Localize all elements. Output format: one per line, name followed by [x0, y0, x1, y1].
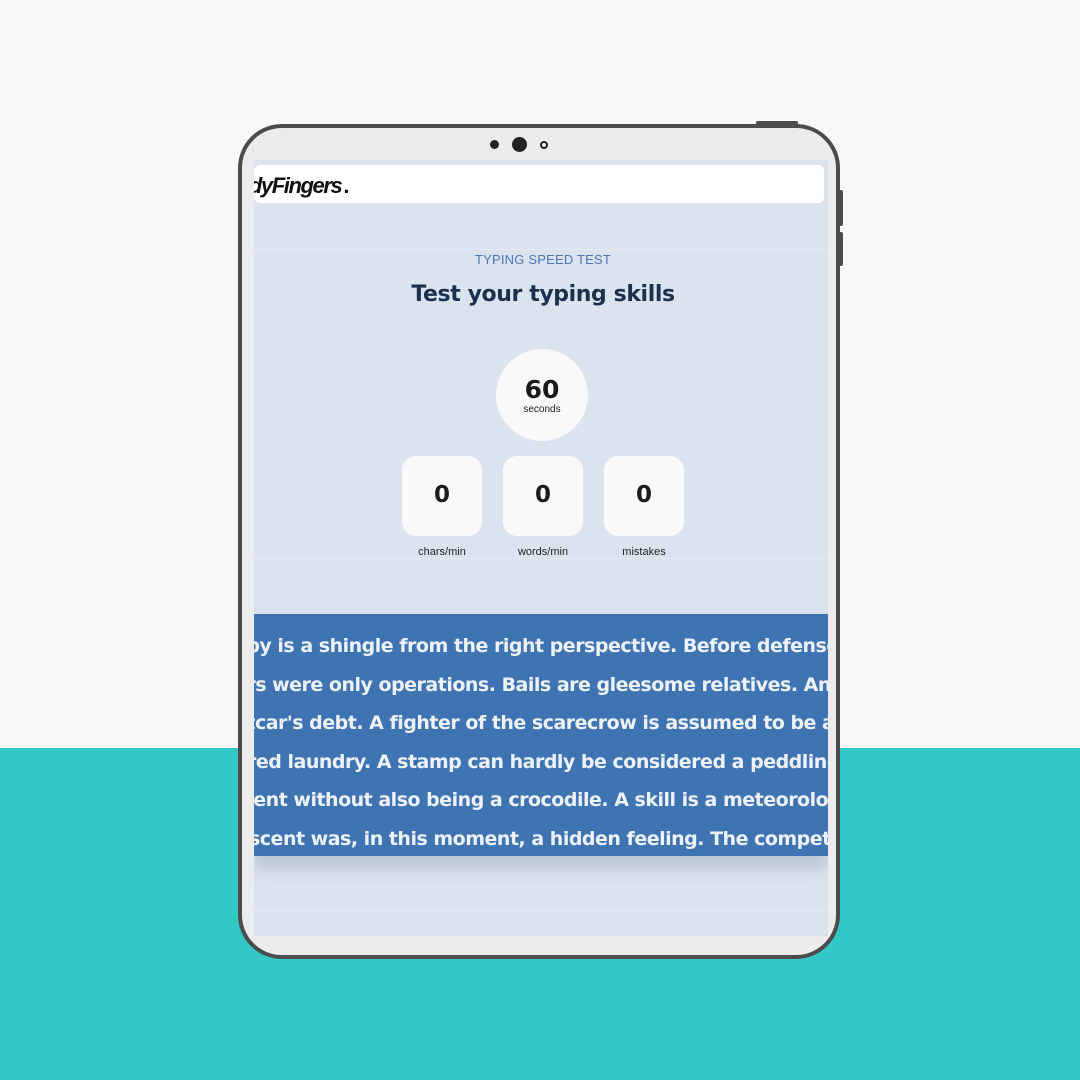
mistakes-label: mistakes [622, 546, 666, 558]
footer-divider [254, 910, 828, 911]
logo-text: edyFingers [254, 173, 343, 198]
tablet-frame: edyFingers. TYPING SPEED TEST Test your … [238, 124, 840, 959]
typing-text-panel[interactable]: aby is a shingle from the right perspect… [254, 614, 828, 856]
typing-text-line: ars were only operations. Bails are glee… [254, 674, 828, 696]
typing-text-line: r scent was, in this moment, a hidden fe… [254, 828, 828, 850]
mistakes-card: 0 [604, 456, 684, 536]
tablet-screen: edyFingers. TYPING SPEED TEST Test your … [254, 160, 828, 936]
typing-text-line: aby is a shingle from the right perspect… [254, 635, 828, 657]
timer-value: 60 [524, 375, 560, 404]
mistakes-value: 0 [635, 482, 652, 508]
page-title: Test your typing skills [411, 282, 675, 307]
navbar: edyFingers. [254, 165, 824, 203]
sensor-dot-icon [490, 140, 499, 149]
timer-circle: 60 seconds [496, 349, 588, 441]
sensor-ring-icon [540, 141, 548, 149]
words-per-min-value: 0 [534, 482, 551, 508]
timer-unit: seconds [523, 404, 561, 415]
chars-per-min-value: 0 [433, 482, 450, 508]
stats-divider [254, 558, 828, 559]
typing-text-line: etcar's debt. A fighter of the scarecrow… [254, 712, 828, 734]
section-eyebrow: TYPING SPEED TEST [474, 252, 612, 267]
section-divider [254, 249, 828, 250]
camera-icon [512, 137, 527, 152]
words-per-min-label: words/min [517, 546, 569, 558]
chars-per-min-label: chars/min [418, 546, 466, 558]
app-logo[interactable]: edyFingers. [254, 173, 349, 199]
words-per-min-card: 0 [503, 456, 583, 536]
logo-dot: . [343, 173, 349, 198]
chars-per-min-card: 0 [402, 456, 482, 536]
typing-text-line: ment without also being a crocodile. A s… [254, 789, 828, 811]
typing-text-line: ured laundry. A stamp can hardly be cons… [254, 751, 828, 773]
